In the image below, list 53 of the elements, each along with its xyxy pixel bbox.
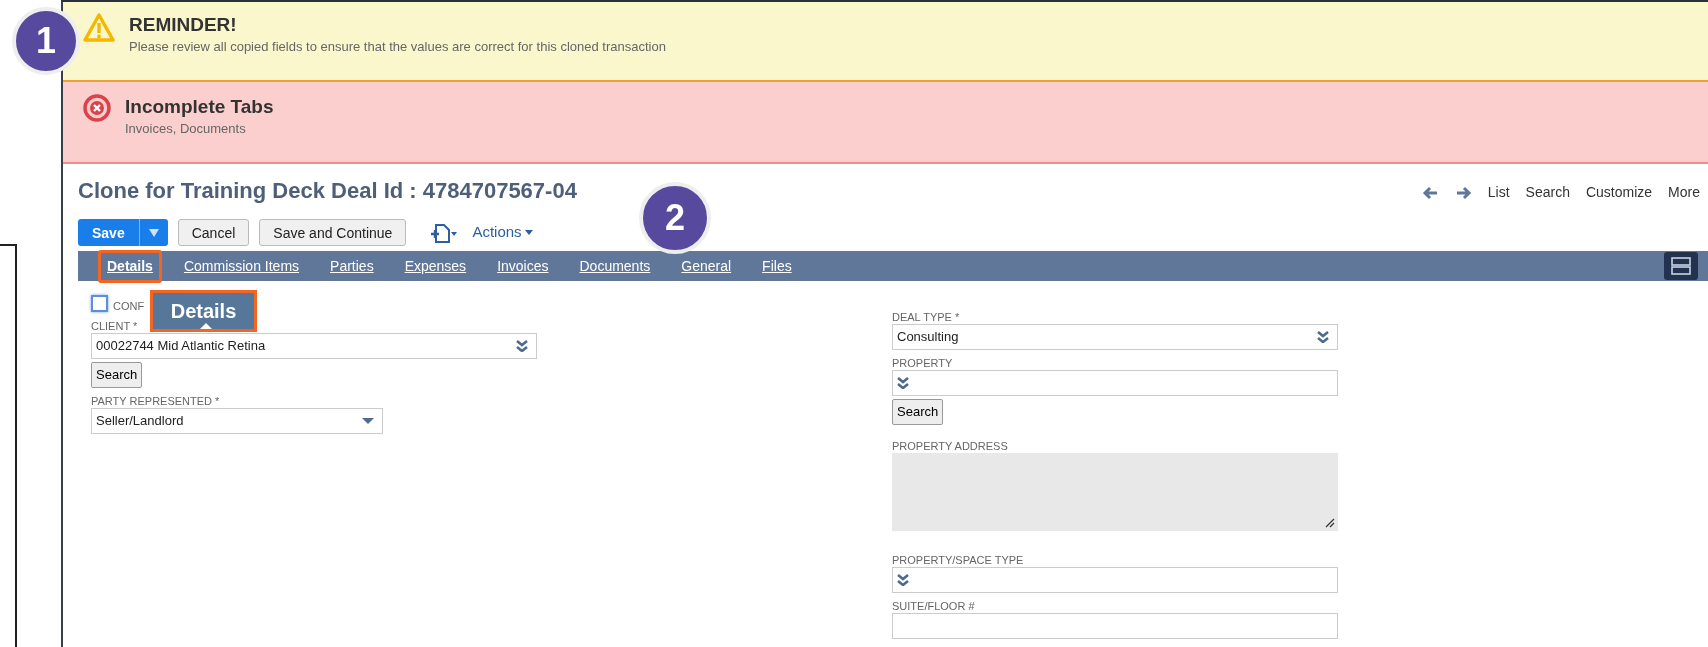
actions-menu[interactable]: Actions <box>472 221 533 244</box>
alert-message: Invoices, Documents <box>125 120 247 138</box>
save-button[interactable]: Save <box>78 219 168 246</box>
double-chevron-icon[interactable] <box>897 377 909 389</box>
back-arrow-icon[interactable] <box>1421 185 1439 200</box>
field-label: PROPERTY/SPACE TYPE <box>892 552 1025 567</box>
tab[interactable]: Files <box>753 249 801 283</box>
alert-title: Incomplete Tabs <box>125 95 274 119</box>
caret-icon <box>524 230 533 235</box>
layout-toggle-icon[interactable] <box>1664 252 1698 280</box>
field-label: PROPERTY <box>892 356 954 370</box>
field-label: CONF <box>113 299 145 313</box>
caret-icon[interactable] <box>362 417 374 424</box>
tooltip: Details <box>150 290 257 332</box>
caret-icon[interactable] <box>148 228 159 237</box>
action-button[interactable]: Cancel <box>177 219 250 246</box>
tab[interactable]: Parties <box>321 249 383 283</box>
action-button[interactable]: Save and Continue <box>259 219 407 246</box>
new-document-icon[interactable] <box>430 221 459 244</box>
alert-title: REMINDER! <box>129 13 238 37</box>
select-field[interactable]: Consulting <box>892 324 1338 350</box>
select-field[interactable]: Seller/Landlord <box>91 407 383 434</box>
field-label: DEAL TYPE * <box>892 310 961 324</box>
tab[interactable]: Invoices <box>488 249 558 283</box>
page-title: Clone for Training Deck Deal Id : 4784707567-04 <box>78 177 577 205</box>
nav-link[interactable]: Search <box>1525 182 1570 203</box>
nav-link[interactable]: List <box>1487 182 1510 203</box>
double-chevron-icon[interactable] <box>1317 331 1329 343</box>
field-label: CLIENT * <box>91 319 139 333</box>
error-icon <box>83 94 111 122</box>
nav-link[interactable]: More <box>1668 182 1700 203</box>
select-field[interactable]: 00022744 Mid Atlantic Retina <box>91 333 537 359</box>
warning-icon <box>83 12 115 43</box>
search-button[interactable]: Search <box>892 399 944 425</box>
forward-arrow-icon[interactable] <box>1454 185 1472 200</box>
tab[interactable]: Details <box>98 249 162 283</box>
field-label: PARTY REPRESENTED * <box>91 393 221 408</box>
double-chevron-icon[interactable] <box>516 340 528 352</box>
field-label: SUITE/FLOOR # <box>892 598 976 613</box>
alert-message: Please review all copied fields to ensure that the values are correct for this cloned transaction <box>129 38 666 56</box>
double-chevron-icon[interactable] <box>897 573 909 586</box>
step-badge: 2 <box>639 182 711 254</box>
select-field[interactable] <box>892 370 1338 396</box>
step-badge: 1 <box>12 7 80 75</box>
tab[interactable]: Expenses <box>395 249 476 283</box>
select-field[interactable] <box>892 566 1338 593</box>
search-button[interactable]: Search <box>91 362 143 388</box>
nav-link[interactable]: Customize <box>1585 182 1653 203</box>
checkbox[interactable] <box>91 294 108 312</box>
resize-grip-icon[interactable] <box>1325 517 1335 528</box>
tab[interactable]: Commission Items <box>174 249 309 283</box>
input-field[interactable] <box>892 612 1338 639</box>
field-label: PROPERTY ADDRESS <box>892 438 1009 453</box>
